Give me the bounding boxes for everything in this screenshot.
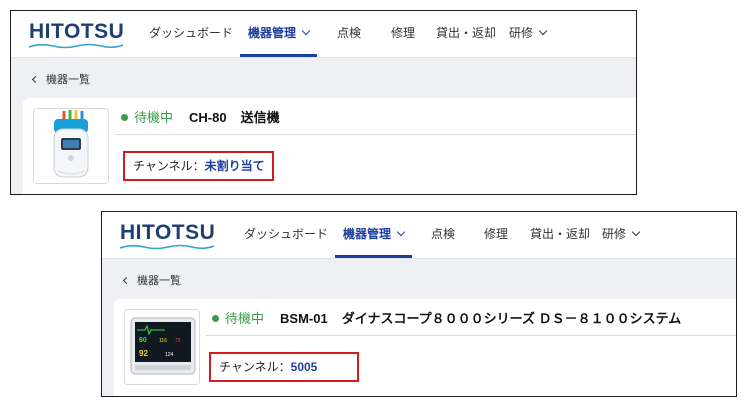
device-header: 待機中 BSM-01 ダイナスコープ８０００シリーズ ＤＳ－８１００システム (212, 309, 681, 329)
breadcrumb-back-link[interactable]: 機器一覧 (31, 71, 90, 87)
breadcrumb-label: 機器一覧 (46, 74, 90, 86)
content-area: 機器一覧 60 116 75 92 124 待機中 BSM-01 ダイナスコープ… (102, 258, 736, 396)
monitor-reading-4: 92 (139, 349, 148, 358)
top-navbar: HITOTSU ダッシュボード 機器管理 点検 修理 貸出・返却 研修 (11, 11, 636, 57)
monitor-reading-2: 116 (159, 338, 167, 344)
hitotsu-logo[interactable]: HITOTSU (29, 20, 125, 50)
status-badge: 待機中 (225, 311, 265, 326)
channel-field: チャンネル：未割り当て (123, 151, 274, 181)
channel-field: チャンネル：5005 (209, 352, 359, 382)
nav-training[interactable]: 研修 (602, 212, 641, 258)
device-thumbnail (33, 108, 109, 184)
device-card: 60 116 75 92 124 待機中 BSM-01 ダイナスコープ８０００シリー… (114, 299, 736, 396)
nav-lending-return[interactable]: 貸出・返却 (436, 11, 496, 57)
logo-wave-icon (29, 43, 123, 49)
monitor-reading-3: 75 (175, 338, 181, 344)
device-card: 待機中 CH-80 送信機 チャンネル：未割り当て (23, 98, 636, 194)
channel-label: チャンネル： (133, 159, 205, 173)
chevron-down-icon (631, 227, 641, 237)
chevron-left-icon (31, 75, 40, 84)
chevron-down-icon (301, 26, 311, 36)
transmitter-device-icon (34, 109, 108, 183)
hitotsu-logo[interactable]: HITOTSU (120, 221, 216, 251)
breadcrumb-label: 機器一覧 (137, 275, 181, 287)
device-model: CH-80 (189, 110, 227, 125)
device-name: 送信機 (240, 110, 280, 125)
channel-label: チャンネル： (219, 360, 291, 374)
chevron-down-icon (538, 26, 548, 36)
chevron-left-icon (122, 276, 131, 285)
nav-device-management[interactable]: 機器管理 (335, 212, 413, 258)
device-name: ダイナスコープ８０００シリーズ ＤＳ－８１００システム (341, 311, 682, 326)
channel-value[interactable]: 5005 (291, 360, 318, 374)
top-navbar: HITOTSU ダッシュボード 機器管理 点検 修理 貸出・返却 研修 (102, 212, 736, 258)
device-model: BSM-01 (280, 311, 328, 326)
monitor-reading-1: 60 (139, 337, 147, 344)
nav-repair[interactable]: 修理 (391, 11, 415, 57)
divider (115, 134, 636, 135)
nav-repair[interactable]: 修理 (484, 212, 508, 258)
content-area: 機器一覧 待機中 CH-80 送信機 チャンネル：未割り当て (11, 57, 636, 194)
nav-dashboard[interactable]: ダッシュボード (244, 212, 328, 258)
nav-inspection[interactable]: 点検 (431, 212, 455, 258)
divider (206, 335, 736, 336)
nav-device-management-label: 機器管理 (343, 227, 392, 241)
chevron-down-icon (396, 227, 406, 237)
nav-dashboard[interactable]: ダッシュボード (149, 11, 233, 57)
status-dot-icon (121, 114, 128, 121)
logo-text: HITOTSU (120, 221, 216, 244)
nav-training[interactable]: 研修 (509, 11, 548, 57)
breadcrumb-back-link[interactable]: 機器一覧 (122, 272, 181, 288)
status-badge: 待機中 (134, 110, 174, 125)
logo-wave-icon (120, 244, 214, 250)
device-header: 待機中 CH-80 送信機 (121, 108, 280, 128)
logo-text: HITOTSU (29, 20, 125, 43)
nav-device-management-label: 機器管理 (248, 26, 297, 40)
screen-2: HITOTSU ダッシュボード 機器管理 点検 修理 貸出・返却 研修 機器一覧 (101, 211, 737, 397)
device-thumbnail: 60 116 75 92 124 (124, 309, 200, 385)
monitor-reading-5: 124 (165, 352, 174, 358)
nav-device-management[interactable]: 機器管理 (240, 11, 318, 57)
nav-inspection[interactable]: 点検 (337, 11, 361, 57)
nav-training-label: 研修 (509, 26, 534, 40)
nav-lending-return[interactable]: 貸出・返却 (530, 212, 590, 258)
patient-monitor-icon: 60 116 75 92 124 (125, 310, 199, 384)
nav-training-label: 研修 (602, 227, 627, 241)
channel-value[interactable]: 未割り当て (205, 159, 265, 173)
screen-1: HITOTSU ダッシュボード 機器管理 点検 修理 貸出・返却 研修 機器一覧 (10, 10, 637, 195)
status-dot-icon (212, 315, 219, 322)
